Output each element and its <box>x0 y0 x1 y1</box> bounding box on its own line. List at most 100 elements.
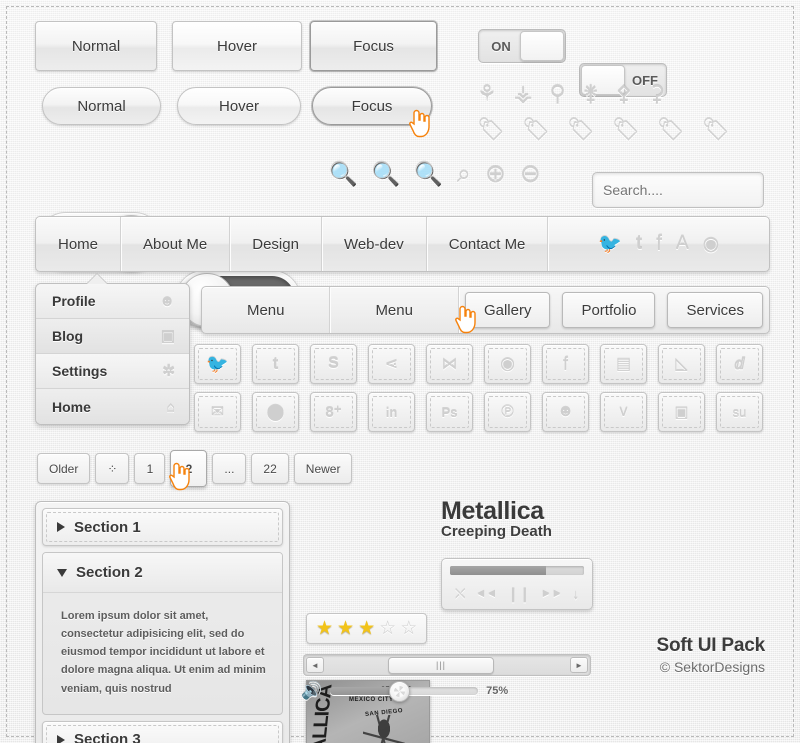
search-round-icon[interactable]: 🔍 <box>329 161 358 188</box>
tile-googleplus[interactable]: 8⁺ <box>310 392 357 432</box>
pagination-newer[interactable]: Newer <box>293 453 353 484</box>
tab-menu-2[interactable]: Menu <box>330 287 459 333</box>
tag-free-icon[interactable]: 🏷 <box>612 117 640 143</box>
nav-item-home[interactable]: Home <box>36 217 122 271</box>
pagination-ellipsis[interactable]: ... <box>212 453 247 484</box>
horizontal-scrollbar[interactable]: ◄ ||| ► <box>303 654 591 676</box>
zoom-in-flat-icon[interactable]: ⊕ <box>485 159 506 189</box>
star-rating[interactable]: ★ ★ ★ ☆ ☆ <box>306 613 428 644</box>
player-progress-bar[interactable] <box>450 566 584 575</box>
tile-dribbble[interactable]: ◉ <box>484 344 531 384</box>
button-normal-pill[interactable]: Normal <box>42 87 161 125</box>
nav-item-contact-me[interactable]: Contact Me <box>427 217 549 271</box>
tile-digg[interactable]: ⅆ <box>716 344 763 384</box>
pagination-older[interactable]: Older <box>37 453 91 484</box>
twitter-icon[interactable]: 🐦 <box>598 232 622 256</box>
tile-designfloat[interactable]: ◺ <box>658 344 705 384</box>
next-icon[interactable]: ►► <box>541 588 563 600</box>
zoom-out-flat-icon[interactable]: ⊖ <box>520 159 541 189</box>
scrollbar-thumb[interactable]: ||| <box>388 656 494 674</box>
stamp-curl-star-icon[interactable]: ⚴ <box>616 81 632 107</box>
accordion-header-section-1[interactable]: Section 1 <box>42 508 283 546</box>
stamp-star-icon[interactable]: ⚶ <box>514 81 533 107</box>
tile-delicious[interactable]: ⬤ <box>252 392 299 432</box>
tag-outline-dot-icon[interactable]: 🏷 <box>702 117 730 143</box>
dropdown-item-profile[interactable]: Profile ☻ <box>36 284 189 319</box>
stamp-plain-icon[interactable]: ⚘ <box>477 81 497 107</box>
zoom-out-round-icon[interactable]: 🔍 <box>414 161 443 188</box>
switch-knob[interactable] <box>520 31 564 61</box>
dropdown-item-home[interactable]: Home ⌂ <box>36 389 189 424</box>
stamp-icon-row: ⚘ ⚶ ⚲ ⚵ ⚴ ⚳ <box>477 81 665 107</box>
tile-photoshop[interactable]: Ps <box>426 392 473 432</box>
tumblr-icon[interactable]: t <box>636 233 642 255</box>
tile-stumbleupon[interactable]: su <box>716 392 763 432</box>
tile-email[interactable]: ✉ <box>194 392 241 432</box>
tab-gallery[interactable]: Gallery <box>464 292 551 328</box>
zoom-in-round-icon[interactable]: 🔍 <box>372 161 401 188</box>
tile-facebook[interactable]: f <box>542 344 589 384</box>
stamp-curl-icon[interactable]: ⚵ <box>583 81 599 107</box>
button-focus-pill[interactable]: Focus <box>312 87 432 125</box>
search-box[interactable] <box>592 172 784 208</box>
tag-new-icon[interactable]: 🏷 <box>567 117 595 143</box>
volume-knob[interactable] <box>388 680 410 702</box>
star-3[interactable]: ★ <box>358 619 375 638</box>
volume-slider[interactable] <box>330 680 479 702</box>
previous-icon[interactable]: ◄◄ <box>475 588 497 600</box>
pagination-page-22[interactable]: 22 <box>251 453 289 484</box>
pagination-page-1[interactable]: 1 <box>134 453 166 484</box>
tab-portfolio[interactable]: Portfolio <box>562 292 656 328</box>
facebook-icon[interactable]: f <box>656 232 662 256</box>
tile-deviantart[interactable]: ⋈ <box>426 344 473 384</box>
accordion-header-section-2[interactable]: Section 2 <box>43 553 282 593</box>
search-flat-icon[interactable]: ⌕ <box>457 160 471 189</box>
pagination-page-2[interactable]: 2 <box>170 450 208 487</box>
tile-instagram[interactable]: ▣ <box>658 392 705 432</box>
tile-tumblr[interactable]: t <box>252 344 299 384</box>
pagination-dots-icon[interactable]: ⁘ <box>95 453 130 484</box>
button-label: Focus <box>351 97 393 115</box>
search-input[interactable] <box>603 182 784 198</box>
pause-icon[interactable]: ❙❙ <box>507 586 530 603</box>
tile-flickr[interactable]: ☻ <box>542 392 589 432</box>
tile-blogger[interactable]: ▤ <box>600 344 647 384</box>
delicious-icon[interactable]: A <box>676 233 689 255</box>
button-focus-rect[interactable]: Focus <box>310 21 437 71</box>
tag-outline-icon[interactable]: 🏷 <box>657 117 685 143</box>
switch-small-on[interactable]: ON <box>478 29 566 63</box>
tab-services[interactable]: Services <box>667 292 764 328</box>
button-hover-rect[interactable]: Hover <box>172 21 302 71</box>
stamp-curl-line-icon[interactable]: ⚳ <box>649 81 665 107</box>
download-icon[interactable]: ↓ <box>572 587 579 602</box>
star-2[interactable]: ★ <box>337 619 354 638</box>
star-4[interactable]: ☆ <box>379 619 396 638</box>
shuffle-icon[interactable]: ⤬ <box>455 586 465 602</box>
nav-item-about-me[interactable]: About Me <box>121 217 231 271</box>
button-hover-pill[interactable]: Hover <box>177 87 301 125</box>
stamp-line-icon[interactable]: ⚲ <box>549 81 565 107</box>
dropdown-menu: Profile ☻ Blog ▣ Settings ✲ Home ⌂ <box>35 274 190 425</box>
tab-menu-1[interactable]: Menu <box>202 287 331 333</box>
scroll-left-arrow-icon[interactable]: ◄ <box>306 657 324 673</box>
button-normal-rect[interactable]: Normal <box>35 21 157 71</box>
tag-blank-icon[interactable]: 🏷 <box>477 117 505 143</box>
tile-twitter[interactable]: 🐦 <box>194 344 241 384</box>
tile-skype[interactable]: S <box>310 344 357 384</box>
nav-item-web-dev[interactable]: Web-dev <box>322 217 427 271</box>
star-1[interactable]: ★ <box>316 619 333 638</box>
dribbble-icon[interactable]: ◉ <box>703 233 720 256</box>
tile-linkedin[interactable]: in <box>368 392 415 432</box>
dropdown-item-settings[interactable]: Settings ✲ <box>36 354 189 389</box>
dropdown-item-blog[interactable]: Blog ▣ <box>36 319 189 354</box>
tag-sale-icon[interactable]: 🏷 <box>522 117 550 143</box>
nav-item-design[interactable]: Design <box>230 217 322 271</box>
scroll-right-arrow-icon[interactable]: ► <box>570 657 588 673</box>
star-5[interactable]: ☆ <box>400 619 417 638</box>
tile-pinterest[interactable]: ℗ <box>484 392 531 432</box>
tile-share[interactable]: ⋖ <box>368 344 415 384</box>
accordion-header-section-3[interactable]: Section 3 <box>42 720 283 743</box>
tile-vimeo[interactable]: v <box>600 392 647 432</box>
nav-label: Home <box>58 235 99 253</box>
speaker-icon[interactable]: 🔊 <box>301 681 322 701</box>
